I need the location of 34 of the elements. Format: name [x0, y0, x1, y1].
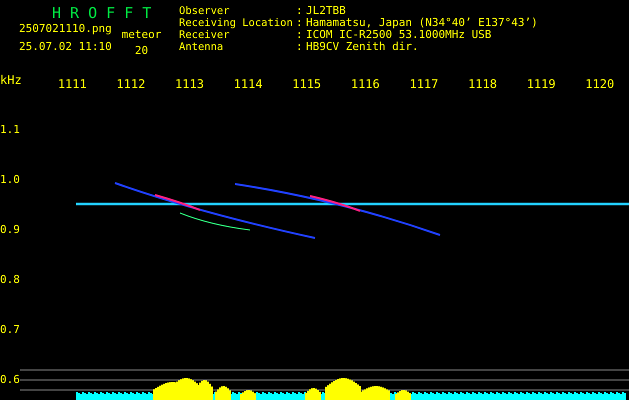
- frequency-label: 1111: [58, 78, 87, 90]
- axis-value-label: 0.8: [0, 274, 20, 286]
- unit-label: kHz: [0, 74, 23, 86]
- frequency-label: 1120: [585, 78, 614, 90]
- frequency-label: 1118: [468, 78, 497, 90]
- info-separator: :: [296, 17, 304, 29]
- info-separator: :: [296, 41, 304, 53]
- frequency-label: 1114: [234, 78, 263, 90]
- axis-value-label: 0.6: [0, 374, 20, 386]
- meteor-label: meteor: [122, 29, 162, 41]
- axis-value-label: 0.7: [0, 324, 20, 336]
- frequency-label: 1113: [175, 78, 204, 90]
- frequency-label: 1112: [116, 78, 146, 90]
- info-separator: :: [296, 29, 304, 41]
- info-value: HB9CV Zenith dir.: [306, 41, 419, 53]
- frequency-label: 1116: [350, 78, 380, 90]
- frequency-label: 1117: [409, 78, 438, 90]
- file-name: 2507021110.png: [19, 23, 113, 35]
- app-title: H R O F F T: [52, 5, 152, 21]
- info-value: Hamamatsu, Japan (N34°40’ E137°43’): [306, 17, 538, 29]
- axis-value-label: 1.1: [0, 124, 20, 136]
- frequency-label: 1119: [526, 78, 556, 90]
- axis-value-label: 1.0: [0, 174, 20, 186]
- info-value: JL2TBB: [306, 5, 346, 17]
- frequency-label: 1115: [292, 78, 322, 90]
- axis-value-label: 0.9: [0, 224, 20, 236]
- info-label: Receiver: [179, 29, 231, 41]
- meteor-count: 20: [134, 45, 148, 57]
- info-separator: :: [296, 5, 304, 17]
- info-label: Observer: [179, 5, 231, 17]
- timestamp: 25.07.02 11:10: [19, 41, 113, 53]
- info-value: ICOM IC-R2500 53.1000MHz USB: [306, 29, 492, 41]
- info-label: Receiving Location: [179, 17, 294, 29]
- info-label: Antenna: [179, 41, 224, 53]
